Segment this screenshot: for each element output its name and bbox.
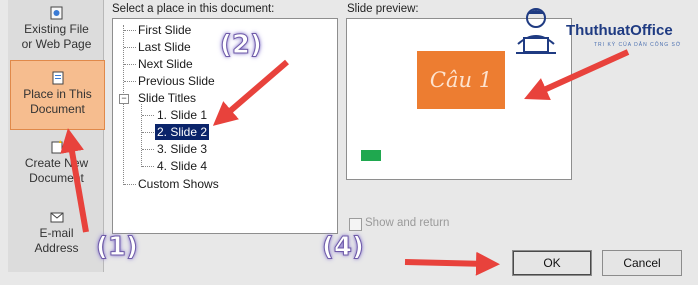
tree-connector xyxy=(141,104,142,167)
tree-connector xyxy=(142,149,154,150)
logo-tagline: TRI KỲ CỦA DÂN CÔNG SỞ xyxy=(594,42,682,48)
step-1-label: (1) xyxy=(96,232,139,263)
link-email-label-2: Address xyxy=(34,241,79,255)
animation-tag-icon xyxy=(361,150,381,161)
link-create-new-document[interactable]: Create New Document xyxy=(10,140,103,186)
tree-connector xyxy=(124,64,136,65)
tree-connector xyxy=(124,184,136,185)
link-place-label-2: Document xyxy=(30,102,85,116)
arrow-step-5 xyxy=(404,251,500,276)
email-icon xyxy=(50,212,63,223)
step-4-label: (4) xyxy=(322,232,365,263)
tree-connector xyxy=(142,132,154,133)
link-existing-file[interactable]: Existing File or Web Page xyxy=(10,6,103,52)
step-2-label: (2) xyxy=(220,30,263,61)
tree-item-slide-4[interactable]: 4. Slide 4 xyxy=(157,158,207,174)
link-to-bar: Existing File or Web Page Place in This … xyxy=(8,0,105,272)
logo-brand: ThuthuatOffice xyxy=(566,22,673,39)
preview-heading: Slide preview: xyxy=(347,3,419,15)
hyperlink-dialog: Existing File or Web Page Place in This … xyxy=(0,0,698,285)
tree-item-slide-titles[interactable]: Slide Titles xyxy=(138,90,196,106)
tree-item-slide-3[interactable]: 3. Slide 3 xyxy=(157,141,207,157)
show-and-return-checkbox[interactable] xyxy=(349,218,362,231)
thuthuatoffice-logo: ThuthuatOffice TRI KỲ CỦA DÂN CÔNG SỞ xyxy=(506,0,698,60)
tree-connector xyxy=(123,25,124,185)
tree-item-next-slide[interactable]: Next Slide xyxy=(138,56,193,72)
link-place-in-document[interactable]: Place in This Document xyxy=(10,60,105,130)
tree-connector xyxy=(142,115,154,116)
link-email-label-1: E-mail xyxy=(39,226,74,240)
logo-person-icon xyxy=(516,8,556,54)
new-document-icon xyxy=(51,140,62,154)
web-page-icon xyxy=(50,6,62,20)
link-create-label-2: Document xyxy=(29,171,84,185)
link-existing-file-label-1: Existing File xyxy=(24,22,89,36)
cancel-button[interactable]: Cancel xyxy=(602,250,682,276)
tree-connector xyxy=(124,47,136,48)
tree-heading: Select a place in this document: xyxy=(112,3,275,15)
tree-item-slide-1[interactable]: 1. Slide 1 xyxy=(157,107,207,123)
document-place-icon xyxy=(52,71,63,85)
link-existing-file-label-2: or Web Page xyxy=(21,37,92,51)
tree-connector xyxy=(124,30,136,31)
tree-connector xyxy=(124,81,136,82)
link-create-label-1: Create New xyxy=(24,156,89,170)
link-place-label-1: Place in This xyxy=(23,87,92,101)
tree-item-previous-slide[interactable]: Previous Slide xyxy=(138,73,215,89)
slide-thumbnail: Câu 1 xyxy=(417,51,505,109)
show-and-return-label: Show and return xyxy=(365,217,450,229)
tree-item-custom-shows[interactable]: Custom Shows xyxy=(138,176,219,192)
tree-item-slide-2[interactable]: 2. Slide 2 xyxy=(155,124,210,140)
tree-connector xyxy=(142,166,154,167)
tree-item-last-slide[interactable]: Last Slide xyxy=(138,39,191,55)
tree-item-first-slide[interactable]: First Slide xyxy=(138,22,191,38)
ok-button[interactable]: OK xyxy=(512,250,592,276)
collapse-icon[interactable]: − xyxy=(119,94,129,104)
link-email-address[interactable]: E-mail Address xyxy=(10,210,103,256)
